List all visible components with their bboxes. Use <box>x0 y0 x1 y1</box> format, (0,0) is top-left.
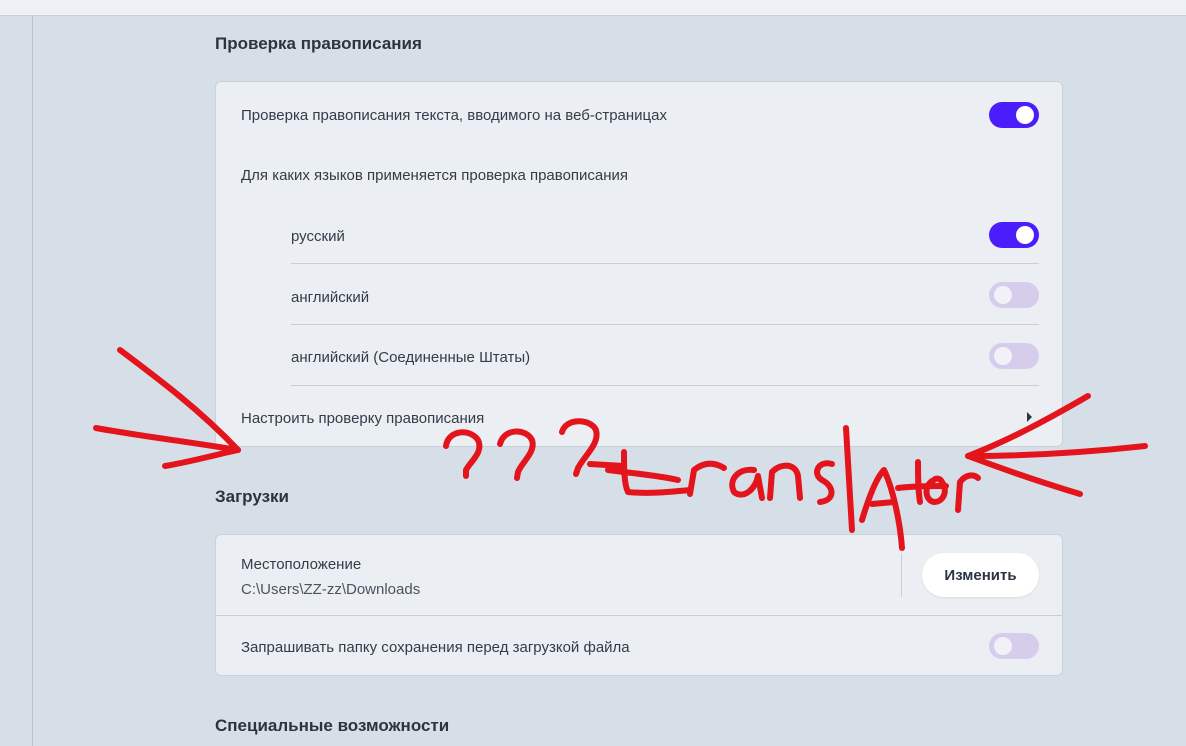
letter-r-stroke <box>687 460 727 497</box>
dash-stroke <box>587 461 627 469</box>
language-item-russian: русский <box>291 227 345 245</box>
languages-heading: Для каких языков применяется проверка пр… <box>241 166 629 184</box>
letter-a-stroke <box>729 466 765 501</box>
divider <box>291 324 1039 325</box>
divider <box>901 553 902 597</box>
language-item-english-us: английский (Соединенные Штаты) <box>291 348 531 366</box>
language-toggle-english-us[interactable] <box>989 343 1039 369</box>
toggle-knob <box>994 637 1012 655</box>
toggle-knob <box>994 286 1012 304</box>
divider <box>291 263 1039 264</box>
letter-A-bar <box>869 499 897 507</box>
customize-spellcheck-link[interactable]: Настроить проверку правописания <box>241 407 484 429</box>
downloads-section-title: Загрузки <box>215 487 289 506</box>
letter-o-stroke <box>923 475 948 505</box>
spellcheck-enable-toggle[interactable] <box>989 102 1039 128</box>
sidebar-divider <box>32 16 33 746</box>
spellcheck-enable-label: Проверка правописания текста, вводимого … <box>241 106 667 124</box>
spellcheck-section-title: Проверка правописания <box>215 34 422 53</box>
top-bar <box>0 0 1186 16</box>
change-location-button[interactable]: Изменить <box>922 553 1039 597</box>
download-location-path: C:\Users\ZZ-zz\Downloads <box>241 580 421 598</box>
toggle-knob <box>1016 226 1034 244</box>
letter-t2-stroke <box>895 483 949 491</box>
language-item-english: английский <box>291 288 370 306</box>
letter-n-stroke <box>767 462 803 501</box>
downloads-card: Местоположение C:\Users\ZZ-zz\Downloads … <box>215 534 1063 676</box>
accessibility-section-title: Специальные возможности <box>215 716 450 735</box>
letter-s-stroke <box>814 460 835 505</box>
letter-r2-stroke <box>955 472 981 513</box>
download-location-label: Местоположение <box>241 555 362 573</box>
toggle-knob <box>994 347 1012 365</box>
spellcheck-card: Проверка правописания текста, вводимого … <box>215 81 1063 447</box>
letter-t-stroke <box>605 467 681 483</box>
divider <box>216 615 1062 616</box>
chevron-right-icon[interactable] <box>1027 412 1032 422</box>
letter-t2-stem <box>915 459 923 505</box>
language-toggle-english[interactable] <box>989 282 1039 308</box>
language-toggle-russian[interactable] <box>989 222 1039 248</box>
ask-save-folder-toggle[interactable] <box>989 633 1039 659</box>
ask-save-folder-label: Запрашивать папку сохранения перед загру… <box>241 638 630 656</box>
arrow-right-shaft <box>965 443 1148 459</box>
divider <box>291 385 1039 386</box>
toggle-knob <box>1016 106 1034 124</box>
letter-t-stem <box>621 449 693 496</box>
